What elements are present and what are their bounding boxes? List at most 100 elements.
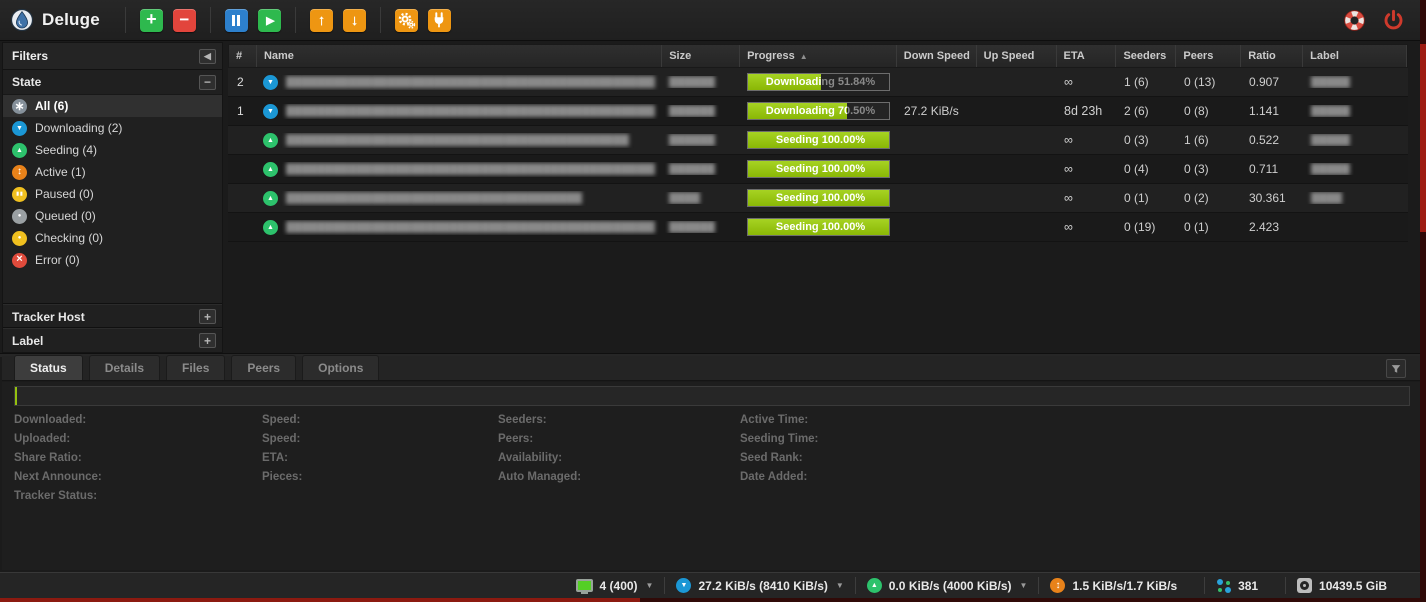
vertical-scrollbar-thumb[interactable] <box>1420 44 1426 232</box>
filter-item-label: Queued (0) <box>35 209 96 223</box>
filter-state-queued[interactable]: Queued (0) <box>3 205 222 227</box>
torrent-row[interactable]: ████████████████████████████████████████… <box>228 155 1408 184</box>
statusbar-value: 0.0 KiB/s (4000 KiB/s) <box>889 579 1012 593</box>
state-section-header[interactable]: State − <box>3 70 222 95</box>
queue-down-button[interactable] <box>343 9 366 32</box>
torrent-size-redacted: ██████ <box>669 76 715 88</box>
tab-peers[interactable]: Peers <box>231 355 296 380</box>
statusbar-icon <box>676 578 691 593</box>
statusbar-free-space[interactable]: 10439.5 GiB ▼ <box>1285 577 1414 594</box>
filter-state-checking[interactable]: Checking (0) <box>3 227 222 249</box>
column-number[interactable]: # ▲ <box>229 45 257 67</box>
queue-up-button[interactable] <box>310 9 333 32</box>
column-size[interactable]: Size ▲ <box>662 45 740 67</box>
column-up-speed[interactable]: Up Speed ▲ <box>977 45 1057 67</box>
collapse-section-icon[interactable]: − <box>199 75 216 90</box>
column-peers[interactable]: Peers ▲ <box>1176 45 1241 67</box>
filter-state-downloading[interactable]: Downloading (2) <box>3 117 222 139</box>
torrent-row[interactable]: 2 ██████████████████████████████████████… <box>228 68 1408 97</box>
name-cell: ████████████████████████████████████████… <box>256 162 662 177</box>
selected-torrent-progress-bar <box>14 386 1410 406</box>
columns-filter-button[interactable] <box>1386 359 1406 378</box>
status-field-label: Seeding Time: <box>740 433 818 452</box>
filter-item-label: Error (0) <box>35 253 80 267</box>
gears-icon <box>397 11 416 30</box>
pause-button[interactable] <box>225 9 248 32</box>
eta-cell: ∞ <box>1057 220 1117 234</box>
torrent-label-redacted: ████ <box>1311 192 1342 204</box>
queue-position-cell: 1 <box>228 104 256 118</box>
tab-options[interactable]: Options <box>302 355 379 380</box>
state-icon <box>12 187 27 202</box>
filter-state-seeding[interactable]: Seeding (4) <box>3 139 222 161</box>
column-eta[interactable]: ETA ▲ <box>1057 45 1117 67</box>
horizontal-scrollbar-thumb[interactable] <box>0 598 640 602</box>
tab-status[interactable]: Status <box>14 355 83 380</box>
filter-state-active[interactable]: Active (1) <box>3 161 222 183</box>
chevron-down-icon: ▼ <box>646 581 654 590</box>
name-cell: ████████████████████████████████████████… <box>256 75 662 90</box>
detail-tabs: StatusDetailsFilesPeersOptions <box>2 356 1420 381</box>
expand-section-icon[interactable]: + <box>199 333 216 348</box>
torrent-row[interactable]: 1 ██████████████████████████████████████… <box>228 97 1408 126</box>
status-field-label: Date Added: <box>740 471 818 490</box>
tracker-host-section-header[interactable]: Tracker Host + <box>3 304 222 328</box>
column-seeders[interactable]: Seeders ▲ <box>1116 45 1176 67</box>
down-speed-cell: 27.2 KiB/s <box>897 104 977 118</box>
column-down-speed[interactable]: Down Speed ▲ <box>897 45 977 67</box>
preferences-button[interactable] <box>395 9 418 32</box>
expand-section-icon[interactable]: + <box>199 309 216 324</box>
add-torrent-button[interactable] <box>140 9 163 32</box>
column-ratio[interactable]: Ratio ▲ <box>1241 45 1303 67</box>
label-cell: █████ <box>1304 76 1408 88</box>
tab-details[interactable]: Details <box>89 355 160 380</box>
vertical-scrollbar[interactable] <box>1420 0 1426 602</box>
statusbar-icon <box>1216 578 1231 593</box>
seeders-cell: 0 (1) <box>1117 191 1177 205</box>
filter-state-all[interactable]: All (6) <box>3 95 222 117</box>
label-section-header[interactable]: Label + <box>3 328 222 352</box>
column-progress[interactable]: Progress ▲ <box>740 45 897 67</box>
torrent-row[interactable]: ████████████████████████████████████████… <box>228 126 1408 155</box>
torrent-state-icon <box>263 133 278 148</box>
statusbar-upload-speed[interactable]: 0.0 KiB/s (4000 KiB/s) ▼ <box>855 577 1039 594</box>
ratio-cell: 30.361 <box>1242 191 1304 205</box>
size-cell: ██████ <box>662 105 740 117</box>
column-name[interactable]: Name ▲ <box>257 45 662 67</box>
statusbar-connections[interactable]: 4 (400) ▼ <box>565 577 665 594</box>
torrent-row[interactable]: ██████████████████████████████████████ █… <box>228 184 1408 213</box>
logout-button[interactable] <box>1381 8 1406 33</box>
statusbar-protocol-traffic[interactable]: 1.5 KiB/s/1.7 KiB/s ▼ <box>1038 577 1204 594</box>
filters-title: Filters <box>12 49 48 63</box>
ratio-cell: 0.522 <box>1242 133 1304 147</box>
horizontal-scrollbar[interactable] <box>0 598 1420 602</box>
torrent-size-redacted: ██████ <box>669 134 715 146</box>
filter-state-error[interactable]: Error (0) <box>3 249 222 271</box>
size-cell: ██████ <box>662 163 740 175</box>
filters-header: Filters ◀ <box>3 43 222 70</box>
statusbar-download-speed[interactable]: 27.2 KiB/s (8410 KiB/s) ▼ <box>664 577 854 594</box>
remove-torrent-button[interactable] <box>173 9 196 32</box>
progress-bar-fill: Downloading 70.50% <box>748 103 847 119</box>
filter-state-paused[interactable]: Paused (0) <box>3 183 222 205</box>
torrent-label-redacted: █████ <box>1311 76 1350 88</box>
peers-cell: 0 (2) <box>1177 191 1242 205</box>
progress-bar: Seeding 100.00% Seeding 100.00% <box>747 189 890 207</box>
statusbar-value: 1.5 KiB/s/1.7 KiB/s <box>1072 579 1177 593</box>
tab-files[interactable]: Files <box>166 355 225 380</box>
status-field-label: Availability: <box>498 452 581 471</box>
progress-cell: Seeding 100.00% Seeding 100.00% <box>740 160 897 178</box>
column-label[interactable]: Label ▲ <box>1303 45 1407 67</box>
label-cell: █████ <box>1304 134 1408 146</box>
statusbar-dht-nodes[interactable]: 381 ▼ <box>1204 577 1285 594</box>
resume-button[interactable] <box>258 9 281 32</box>
help-button[interactable] <box>1342 8 1367 33</box>
progress-bar: Downloading 51.84% Downloading 51.84% <box>747 73 890 91</box>
connection-manager-button[interactable] <box>428 9 451 32</box>
torrent-row[interactable]: ████████████████████████████████████████… <box>228 213 1408 242</box>
statusbar-icon <box>1050 578 1065 593</box>
ratio-cell: 2.423 <box>1242 220 1304 234</box>
statusbar-value: 4 (400) <box>600 579 638 593</box>
collapse-sidebar-button[interactable]: ◀ <box>199 49 216 64</box>
app-title: Deluge <box>42 10 100 30</box>
